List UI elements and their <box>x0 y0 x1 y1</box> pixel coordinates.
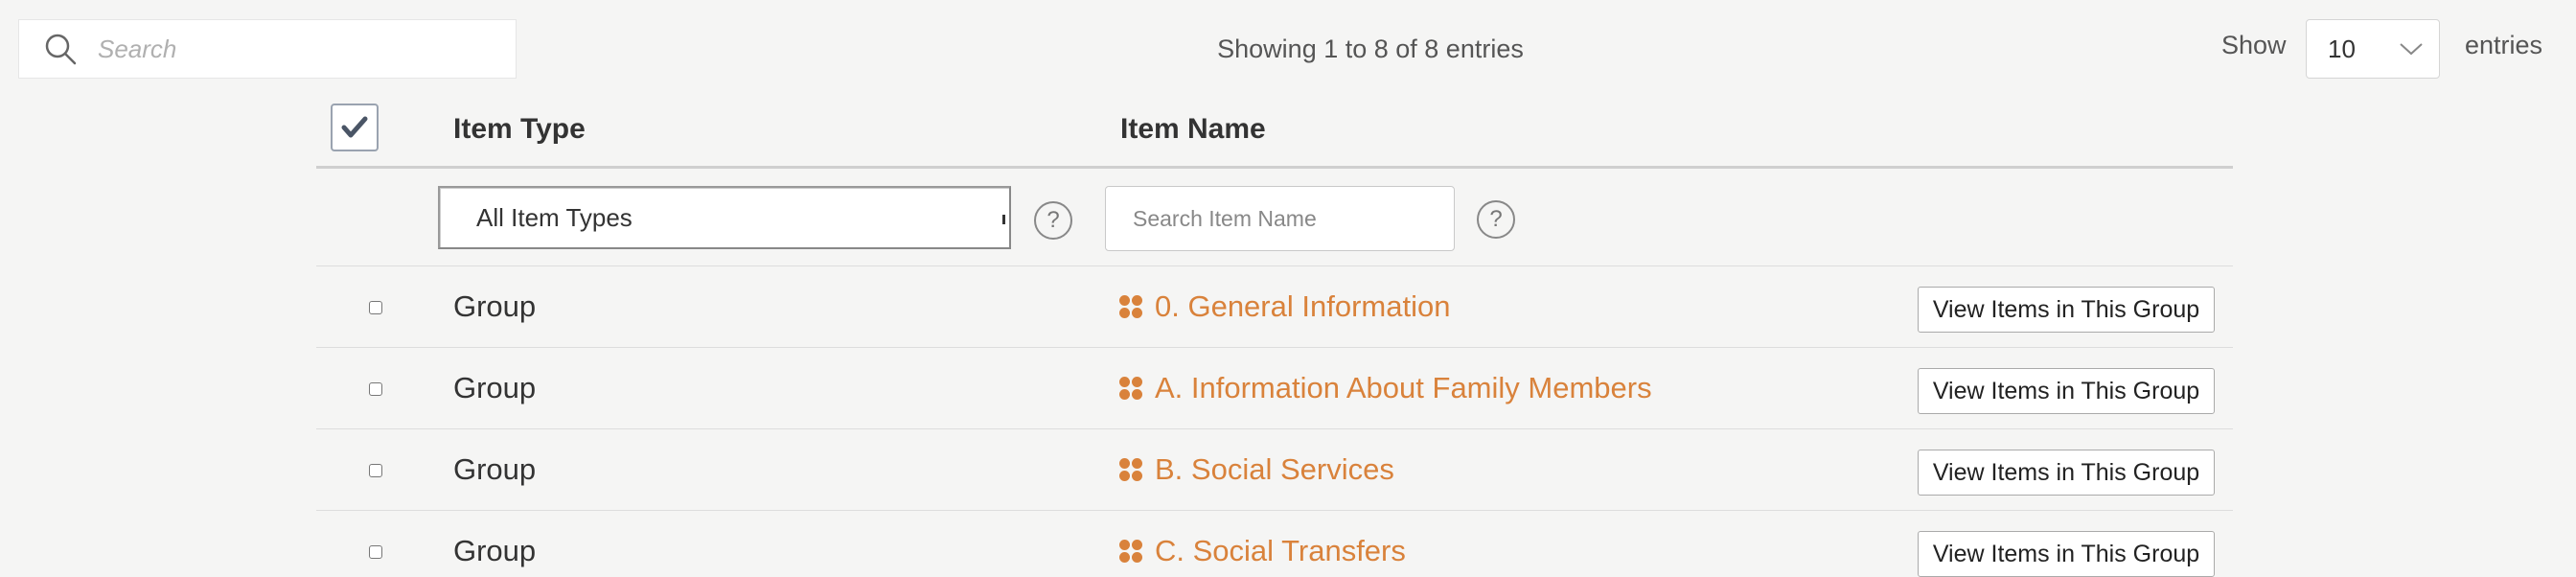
entries-label: entries <box>2465 31 2543 59</box>
row-checkbox[interactable] <box>369 301 382 314</box>
select-all-checkbox[interactable] <box>331 104 379 151</box>
item-name-filter-placeholder: Search Item Name <box>1133 205 1317 231</box>
view-items-button[interactable]: View Items in This Group <box>1918 368 2215 414</box>
group-icon <box>1119 377 1142 400</box>
view-items-button[interactable]: View Items in This Group <box>1918 450 2215 496</box>
item-name-link[interactable]: A. Information About Family Members <box>1155 371 1652 405</box>
group-icon <box>1119 540 1142 563</box>
chevron-down-icon <box>2400 43 2423 56</box>
page-length-select[interactable]: 10 <box>2306 19 2440 79</box>
column-header-item-name[interactable]: Item Name <box>1120 113 1266 146</box>
entries-info: Showing 1 to 8 of 8 entries <box>1217 35 1524 63</box>
search-icon <box>45 34 77 65</box>
search-placeholder: Search <box>98 34 177 63</box>
item-type-filter-value: All Item Types <box>476 202 632 232</box>
group-icon <box>1119 458 1142 481</box>
page-length-value: 10 <box>2328 34 2356 63</box>
row-checkbox[interactable] <box>369 545 382 559</box>
column-header-item-type[interactable]: Item Type <box>453 113 586 146</box>
row-checkbox[interactable] <box>369 464 382 477</box>
view-items-button[interactable]: View Items in This Group <box>1918 531 2215 577</box>
row-checkbox[interactable] <box>369 382 382 396</box>
search-input[interactable]: Search <box>18 19 517 79</box>
item-name-link[interactable]: B. Social Services <box>1155 452 1394 487</box>
item-type-filter-select[interactable]: All Item Types <box>438 186 1011 249</box>
show-label: Show <box>2221 31 2287 59</box>
table-header <box>316 96 2233 169</box>
group-icon <box>1119 295 1142 318</box>
row-item-type: Group <box>453 452 537 486</box>
item-name-help-icon[interactable]: ? <box>1477 200 1515 239</box>
item-name-filter-input[interactable]: Search Item Name <box>1105 186 1455 251</box>
item-type-help-icon[interactable]: ? <box>1034 201 1072 240</box>
checkmark-icon <box>341 116 368 138</box>
item-name-link[interactable]: 0. General Information <box>1155 289 1450 324</box>
view-items-button[interactable]: View Items in This Group <box>1918 287 2215 333</box>
row-item-type: Group <box>453 289 537 323</box>
item-name-link[interactable]: C. Social Transfers <box>1155 534 1406 568</box>
row-item-type: Group <box>453 371 537 404</box>
select-caret-icon <box>1002 215 1005 224</box>
row-item-type: Group <box>453 534 537 567</box>
